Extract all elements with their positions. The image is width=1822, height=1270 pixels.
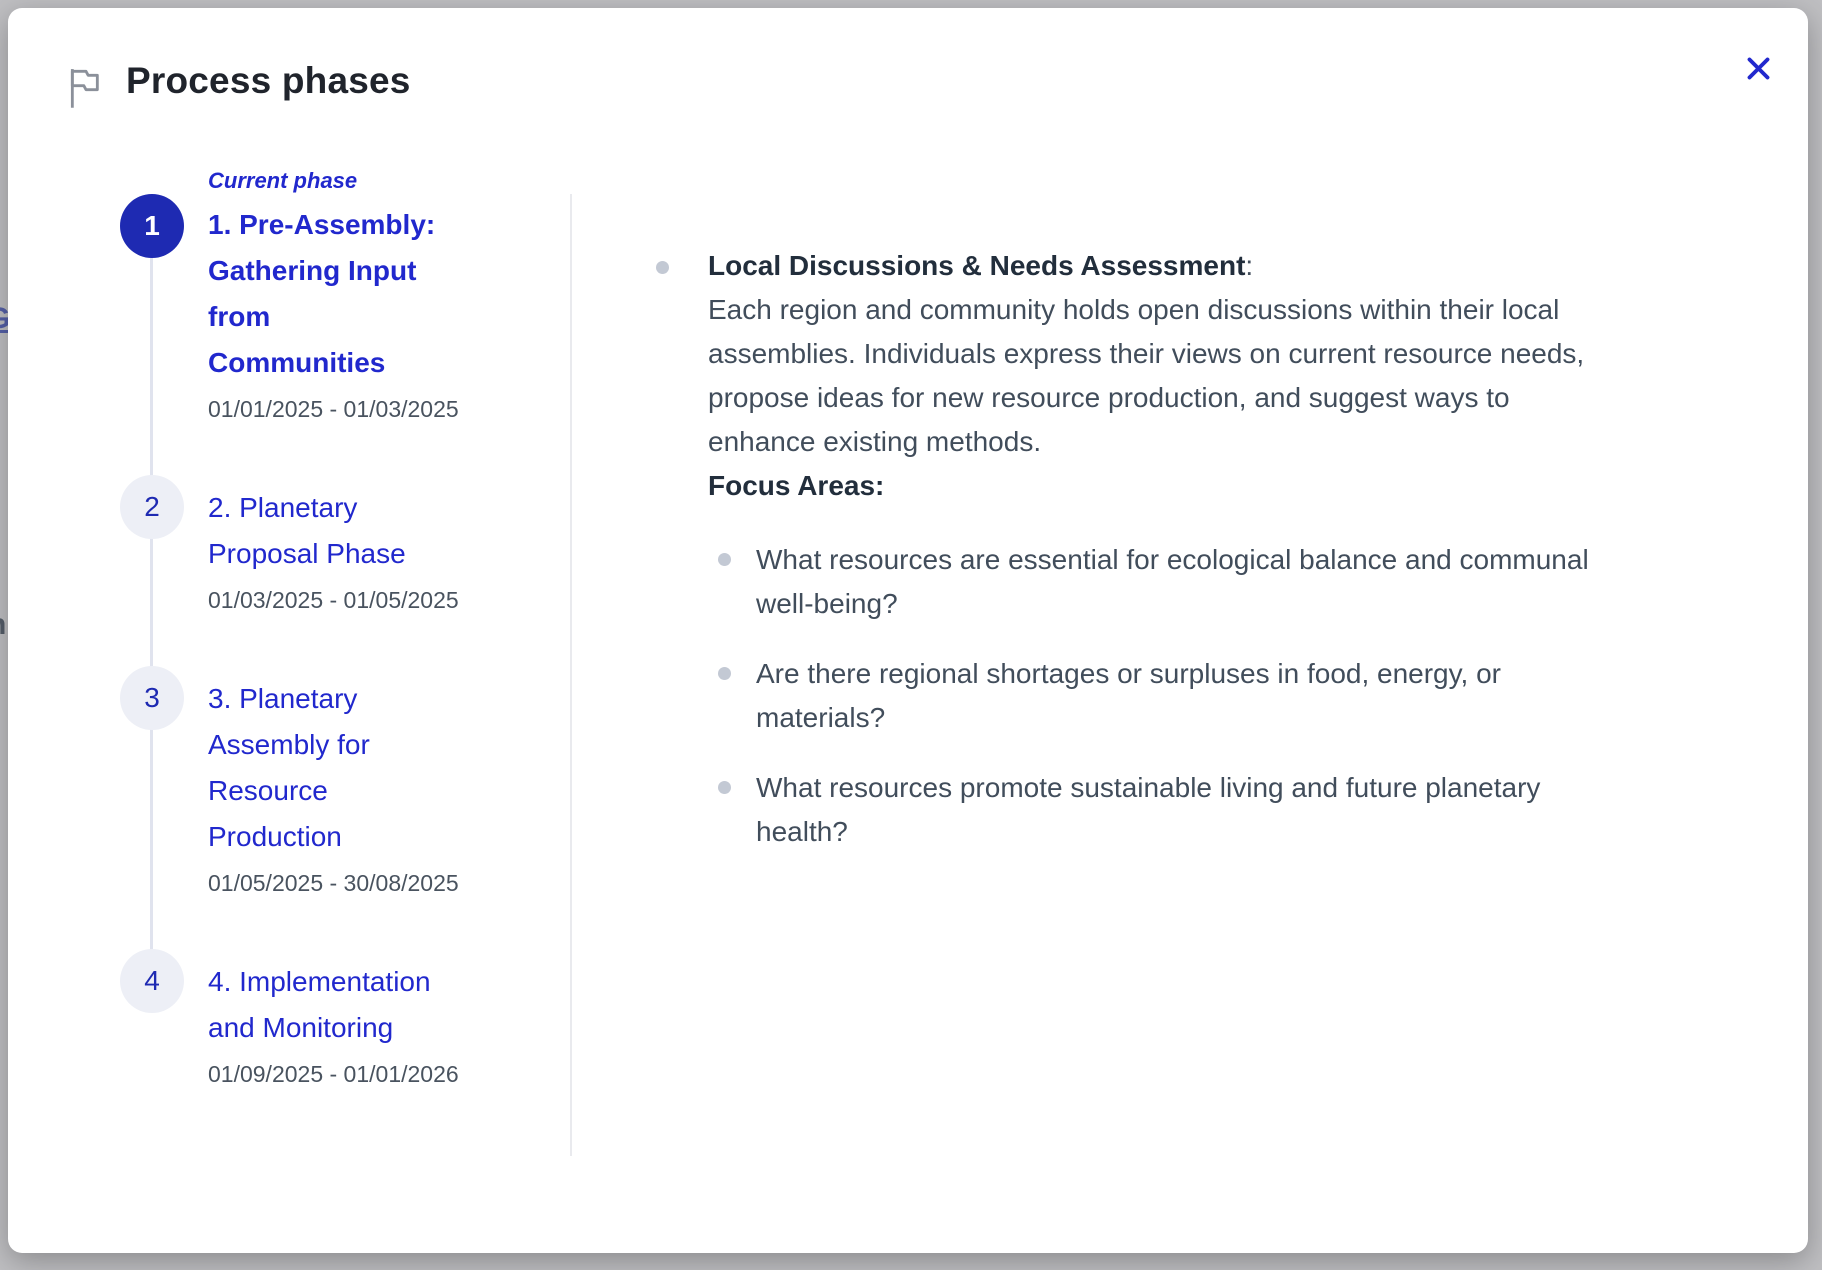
phase-step: 3 Current phase 3. Planetary Assembly fo… [120,676,530,897]
description-body: Local Discussions & Needs Assessment: Ea… [708,244,1718,880]
phase-number-badge: 3 [120,666,184,730]
phase-step: 2 Current phase 2. Planetary Proposal Ph… [120,485,530,614]
description-heading: Local Discussions & Needs Assessment [708,250,1245,281]
dialog-header: Process phases [8,8,1808,138]
phase-number-badge: 4 [120,949,184,1013]
phase-title-link[interactable]: 4. Implementation and Monitoring [208,959,486,1051]
phase-body: Current phase 2. Planetary Proposal Phas… [208,485,486,614]
description-paragraph: Each region and community holds open dis… [708,288,1718,464]
phase-body: Current phase 1. Pre-Assembly: Gathering… [208,168,486,423]
phases-stepper: 1 Current phase 1. Pre-Assembly: Gatheri… [120,168,530,1150]
phase-dates: 01/05/2025 - 30/08/2025 [208,870,486,897]
phase-title-link[interactable]: 2. Planetary Proposal Phase [208,485,486,577]
phase-step: 1 Current phase 1. Pre-Assembly: Gatheri… [120,168,530,423]
dialog-title: Process phases [126,60,411,102]
focus-area-item: Are there regional shortages or surpluse… [718,652,1718,740]
flag-icon [64,66,104,115]
phase-title-link[interactable]: 3. Planetary Assembly for Resource Produ… [208,676,486,860]
phase-number-badge: 2 [120,475,184,539]
phase-body: Current phase 4. Implementation and Moni… [208,959,486,1088]
phase-dates: 01/09/2025 - 01/01/2026 [208,1061,486,1088]
close-button[interactable] [1736,48,1780,92]
focus-areas-list: What resources are essential for ecologi… [718,538,1718,854]
phases-stepper-list: 1 Current phase 1. Pre-Assembly: Gatheri… [120,168,530,1088]
phase-description: Local Discussions & Needs Assessment: Ea… [656,244,1766,880]
phase-body: Current phase 3. Planetary Assembly for … [208,676,486,897]
bullet-icon [656,261,669,274]
focus-area-item: What resources promote sustainable livin… [718,766,1718,854]
process-phases-dialog: Process phases 1 Current phase 1. Pre-As… [8,8,1808,1253]
background-text-fragment: n [0,610,6,640]
focus-area-item: What resources are essential for ecologi… [718,538,1718,626]
bullet-icon [718,781,731,794]
bullet-icon [718,667,731,680]
heading-colon: : [1245,250,1253,281]
vertical-divider [570,194,572,1156]
phase-dates: 01/03/2025 - 01/05/2025 [208,587,486,614]
close-icon [1745,55,1772,85]
focus-area-text: What resources are essential for ecologi… [756,538,1661,626]
description-heading-line: Local Discussions & Needs Assessment: [708,244,1718,288]
phase-step: 4 Current phase 4. Implementation and Mo… [120,959,530,1088]
phase-number-badge: 1 [120,194,184,258]
phase-dates: 01/01/2025 - 01/03/2025 [208,396,486,423]
bullet-icon [718,553,731,566]
focus-areas-label: Focus Areas: [708,464,1718,508]
focus-area-text: Are there regional shortages or surpluse… [756,652,1661,740]
phase-title-link[interactable]: 1. Pre-Assembly: Gathering Input from Co… [208,202,486,386]
focus-area-text: What resources promote sustainable livin… [756,766,1661,854]
current-phase-label: Current phase [208,168,486,194]
description-item: Local Discussions & Needs Assessment: Ea… [656,244,1766,880]
